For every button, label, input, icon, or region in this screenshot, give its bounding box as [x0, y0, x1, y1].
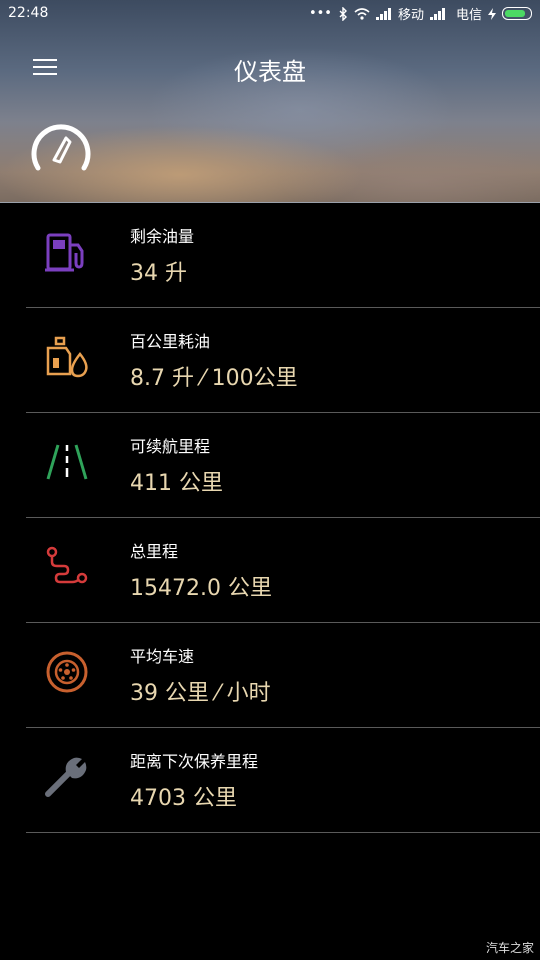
list-item-fuel-consumption[interactable]: 百公里耗油 8.7 升 ⁄ 100公里 [26, 308, 540, 413]
list-item-total-mileage[interactable]: 总里程 15472.0 公里 [26, 518, 540, 623]
item-label: 总里程 [130, 542, 179, 561]
fuel-pump-icon [45, 233, 84, 272]
item-value: 8.7 升 ⁄ 100公里 [130, 366, 298, 391]
signal-icon [375, 7, 391, 20]
item-value: 34 升 [130, 261, 187, 286]
item-label: 距离下次保养里程 [130, 752, 259, 771]
item-value: 39 公里 ⁄ 小时 [130, 681, 271, 706]
item-label: 可续航里程 [130, 437, 211, 456]
battery-icon [502, 7, 532, 20]
bluetooth-icon [339, 6, 347, 21]
list-item-next-maintenance[interactable]: 距离下次保养里程 4703 公里 [26, 728, 540, 833]
item-value: 411 公里 [130, 471, 223, 496]
oil-can-icon [46, 336, 88, 378]
status-time: 22:48 [8, 5, 49, 21]
item-label: 剩余油量 [130, 227, 195, 246]
speedometer-icon [31, 124, 91, 171]
route-icon [46, 546, 88, 584]
page-title: 仪表盘 [234, 58, 306, 86]
road-icon [46, 444, 88, 480]
watermark: 汽车之家 [485, 941, 534, 955]
carrier-2: 电信 [455, 8, 482, 23]
dots-icon: ••• [308, 6, 332, 21]
charging-icon [488, 7, 496, 20]
carrier-1: 移动 [397, 8, 424, 23]
item-value: 15472.0 公里 [130, 576, 272, 601]
list-item-driving-range[interactable]: 可续航里程 411 公里 [26, 413, 540, 518]
list-item-remaining-fuel[interactable]: 剩余油量 34 升 [26, 203, 540, 308]
wifi-icon [354, 7, 370, 20]
stats-list: 剩余油量 34 升 百公里耗油 8.7 升 ⁄ 100公里 可续航里程 411 … [0, 203, 540, 833]
item-label: 百公里耗油 [130, 332, 211, 351]
status-bar: 22:48 ••• 移动 电信 [0, 0, 540, 28]
header-banner: 22:48 ••• 移动 电信 仪表盘 [0, 0, 540, 203]
signal-4g-icon [429, 7, 445, 20]
list-item-average-speed[interactable]: 平均车速 39 公里 ⁄ 小时 [26, 623, 540, 728]
item-label: 平均车速 [130, 647, 195, 666]
wrench-icon [45, 757, 87, 797]
status-right: ••• 移动 电信 [309, 4, 532, 23]
wheel-icon [46, 651, 88, 693]
item-value: 4703 公里 [130, 786, 237, 811]
